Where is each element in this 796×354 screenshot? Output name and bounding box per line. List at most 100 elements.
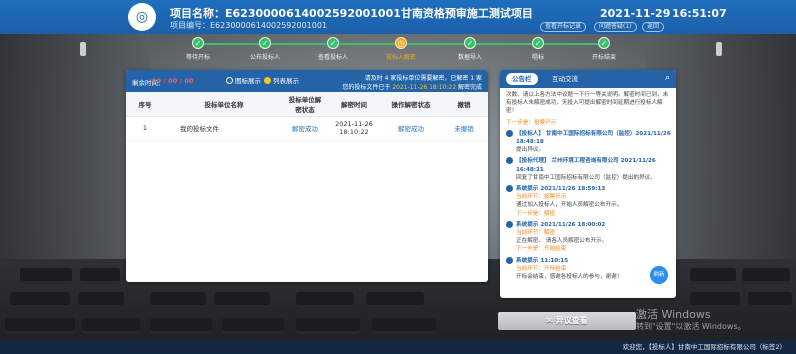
step-label: 数据导入 xyxy=(457,54,482,61)
cell-decrypt-status[interactable]: 解密成功 xyxy=(284,116,326,141)
room-seat xyxy=(78,292,124,308)
col-header-no[interactable]: 序号 xyxy=(126,92,164,117)
system-avatar-icon xyxy=(506,256,513,264)
refresh-button[interactable]: 刷新 xyxy=(650,266,668,284)
decrypt-complete-time: 2021-11-26 18:10:22 xyxy=(392,84,457,91)
room-seat xyxy=(20,268,72,284)
view-records-button[interactable]: 查看开标记录 xyxy=(540,22,587,32)
chat-message: 【投标人】 甘南中工国际招标有限公司（监控）2021/11/26 18:48:1… xyxy=(506,129,672,155)
room-seat xyxy=(296,318,360,334)
chat-message: 系统提示 2021/11/26 18:59:13 当前环节：投票开示 通过加入投… xyxy=(506,185,672,218)
decrypt-panel-header: 剩余时间： 00 : 00 : 00 图标展示 列表展示 请及时 4 家投标单位… xyxy=(126,70,488,92)
room-seat xyxy=(372,318,436,334)
radio-list-view[interactable]: 列表展示 xyxy=(264,75,299,85)
room-seat xyxy=(82,318,140,334)
user-avatar-icon xyxy=(506,157,513,165)
objection-label: 异议查看 xyxy=(555,316,588,325)
search-icon[interactable]: ⌕ xyxy=(665,73,670,83)
chat-panel: 公告栏 互动交流 ⌕ 次数、请以上各方法中议题一下行一等关说明。解密时间已到，未… xyxy=(500,70,676,298)
objection-view-button[interactable]: ✉ 异议查看 xyxy=(498,312,636,330)
message-sub: 下一步是：开始结束 xyxy=(516,246,567,253)
message-text: 通过加入投标人，开始人员解密公布开示。 xyxy=(516,202,623,209)
radio-circle-icon xyxy=(226,76,233,84)
room-seat xyxy=(150,318,212,334)
top-header: ◎ 项目名称：E6230000614002592001001甘南资格预审施工测试… xyxy=(0,0,796,34)
radio-checked-icon xyxy=(264,76,271,84)
bidder-table: 序号 投标单位名称 投标单位解密状态 解密时间 操作解密状态 撤销 1 我的投标… xyxy=(126,92,488,141)
current-date: 2021-11-29 xyxy=(600,7,671,20)
message-sender: 系统提示 2021/11/26 18:59:13 xyxy=(516,186,606,193)
col-header-revoke[interactable]: 撤销 xyxy=(440,92,488,117)
col-header-decrypt-time[interactable]: 解密时间 xyxy=(326,92,382,117)
step-opening-end: ✓ 开标结束 xyxy=(569,36,639,61)
step-bidder-decrypt: ◷ 投标人解密 xyxy=(366,36,436,61)
step-label: 开标结束 xyxy=(591,54,616,61)
col-header-decrypt-status[interactable]: 投标单位解密状态 xyxy=(284,92,326,117)
progress-steps: ✓ 等待开标 ✓ 公布投标人 ✓ 查看投标人 ◷ 投标人解密 ✓ 数据导入 ✓ … xyxy=(0,36,796,64)
message-sender: 系统提示 2021/11/26 18:00:02 xyxy=(516,221,606,228)
message-sub: 下一步是：投票开示 xyxy=(506,119,557,126)
check-icon: ✓ xyxy=(464,37,476,49)
room-seat xyxy=(690,268,736,284)
tab-interaction[interactable]: 互动交流 xyxy=(546,73,584,85)
message-sub: 当前环节：投票开示 xyxy=(516,194,567,201)
col-header-name[interactable]: 投标单位名称 xyxy=(164,92,284,117)
decrypt-status-line: 请及时 4 家投标单位需要解密，已解密 1 家 xyxy=(364,75,482,82)
table-header-row: 序号 投标单位名称 投标单位解密状态 解密时间 操作解密状态 撤销 xyxy=(126,92,488,117)
message-text: 次数、请以上各方法中议题一下行一等关说明。解密时间已到，未有投标人未解密成功，无… xyxy=(506,92,669,115)
project-name: 项目名称：E6230000614002592001001甘南资格预审施工测试项目 xyxy=(170,7,533,20)
current-time: 16:51:07 xyxy=(672,7,727,20)
message-text: 回复了甘南中工国际招标有限公司（监控）提出的异议。 xyxy=(516,174,656,181)
step-wait-opening: ✓ 等待开标 xyxy=(163,36,233,61)
room-seat xyxy=(366,292,424,308)
message-sub: 当前环节：解密 xyxy=(516,230,556,237)
chat-message: 下一步是：投票开示 xyxy=(506,119,672,127)
check-icon: ✓ xyxy=(259,37,271,49)
welcome-text: 欢迎您，【投标人】甘南中工国际招标有限公司（标签2） xyxy=(622,343,786,351)
check-icon: ✓ xyxy=(192,37,204,49)
chat-message: 次数、请以上各方法中议题一下行一等关说明。解密时间已到，未有投标人未解密成功，无… xyxy=(506,91,672,116)
step-label: 唱标 xyxy=(531,54,544,61)
project-code: 项目编号：E6230000614002592001001 xyxy=(170,21,328,30)
step-label: 投标人解密 xyxy=(385,54,416,61)
step-label: 查看投标人 xyxy=(317,54,348,61)
radio-icon-view[interactable]: 图标展示 xyxy=(226,75,261,85)
status-suffix: 解密完成 xyxy=(457,84,482,91)
qa-button[interactable]: 问题答疑(1) xyxy=(594,22,637,32)
cell-revoke[interactable]: 未撤销 xyxy=(440,116,488,141)
cell-op-status[interactable]: 解密成功 xyxy=(382,116,440,141)
system-avatar-icon xyxy=(506,185,513,193)
room-seat xyxy=(214,292,270,308)
check-icon: ✓ xyxy=(598,37,610,49)
system-avatar-icon xyxy=(506,220,513,228)
step-label: 等待开标 xyxy=(185,54,210,61)
room-seat xyxy=(748,292,792,308)
countdown-value: 00 : 00 : 00 xyxy=(152,77,194,85)
step-publish-bidders: ✓ 公布投标人 xyxy=(230,36,300,61)
check-icon: ✓ xyxy=(327,37,339,49)
step-data-import: ✓ 数据导入 xyxy=(435,36,505,61)
cell-decrypt-time: 2021-11-26 18:10:22 xyxy=(326,116,382,141)
chat-message: 系统提示 2021/11/26 18:00:02 当前环节：解密 正在解密。 请… xyxy=(506,220,672,254)
chat-messages: 次数、请以上各方法中议题一下行一等关说明。解密时间已到，未有投标人未解密成功，无… xyxy=(500,88,676,281)
clock-icon: ◷ xyxy=(395,37,407,49)
logo-icon: ◎ xyxy=(128,3,156,31)
status-prefix: 您的投标文件已于 xyxy=(342,84,391,91)
back-button[interactable]: 返回 xyxy=(642,22,665,32)
cell-name: 我的投标文件 xyxy=(164,116,284,141)
check-icon: ✓ xyxy=(532,37,544,49)
message-sub: 下一步是：解密 xyxy=(516,210,556,217)
room-seat xyxy=(296,292,354,308)
chat-header: 公告栏 互动交流 ⌕ xyxy=(500,70,676,88)
radio-label: 图标展示 xyxy=(235,77,261,85)
windows-watermark-title: 激活 Windows xyxy=(636,308,711,321)
room-seat xyxy=(222,318,284,334)
tab-bulletin[interactable]: 公告栏 xyxy=(506,73,538,85)
message-text: 开标会结束，感谢各投标人的参与，谢谢！ xyxy=(516,274,623,281)
message-sub: 当前环节：开标结束 xyxy=(516,265,567,272)
room-seat xyxy=(10,292,70,308)
cell-no: 1 xyxy=(126,116,164,141)
chat-message: 【投标代理】 兰州环境工程咨询有限公司 2021/11/26 16:48:21 … xyxy=(506,157,672,182)
col-header-op-status[interactable]: 操作解密状态 xyxy=(382,92,440,117)
chat-bubble-icon: ✉ xyxy=(546,316,553,325)
